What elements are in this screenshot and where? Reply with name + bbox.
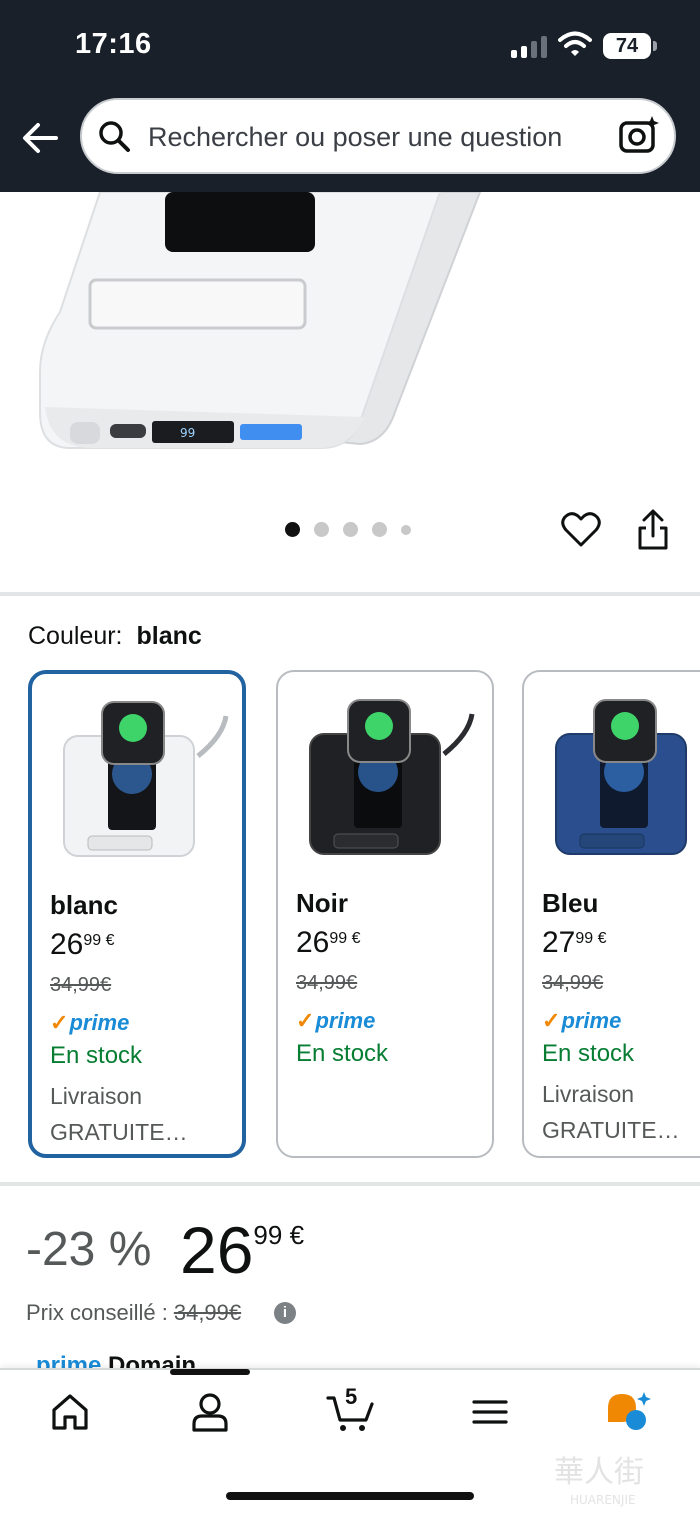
- search-input[interactable]: Rechercher ou poser une question: [148, 122, 562, 153]
- stock-status: En stock: [296, 1040, 389, 1067]
- main-price: 2699 €: [180, 1213, 305, 1287]
- stock-status: En stock: [50, 1042, 143, 1069]
- wifi-icon: [558, 31, 592, 56]
- colour-option-old-price: 34,99€: [296, 972, 358, 994]
- cell-signal-icon: [511, 34, 547, 58]
- account-icon[interactable]: [188, 1390, 232, 1434]
- cart-count-badge: 5: [345, 1384, 358, 1409]
- discount-percentage: -23 %: [26, 1223, 152, 1276]
- status-time: 17:16: [75, 28, 152, 60]
- active-tab-indicator: [170, 1369, 250, 1375]
- prime-badge: ✓prime: [542, 1008, 622, 1033]
- svg-text:99: 99: [180, 426, 195, 440]
- colour-option-card[interactable]: blanc 2699 € 34,99€ ✓prime En stock Livr…: [28, 670, 246, 1158]
- colour-option-name: Noir: [296, 888, 348, 918]
- svg-text:HUARENJIE: HUARENJIE: [570, 1493, 636, 1507]
- colour-option-name: blanc: [50, 890, 118, 920]
- colour-option-price: 2699 €: [50, 928, 115, 961]
- prime-day-badge: prime Domain: [36, 1352, 197, 1368]
- colour-thumbnail: [555, 699, 687, 855]
- prime-check-icon: ✓: [542, 1008, 561, 1033]
- section-divider: [0, 592, 700, 596]
- selected-colour: blanc: [136, 622, 202, 650]
- colour-option-old-price: 34,99€: [50, 974, 112, 996]
- svg-text:華人街: 華人街: [554, 1455, 644, 1490]
- share-icon[interactable]: [634, 508, 672, 552]
- section-divider: [0, 1182, 700, 1186]
- colour-option-price: 2699 €: [296, 926, 361, 959]
- battery-icon: [653, 41, 657, 51]
- prime-check-icon: ✓: [50, 1010, 69, 1035]
- info-icon[interactable]: i: [274, 1302, 296, 1324]
- colour-option-card[interactable]: Noir 2699 € 34,99€ ✓prime En stock: [276, 670, 494, 1158]
- carousel-dot[interactable]: [401, 524, 411, 535]
- delivery-info: Livraison GRATUITE…: [542, 1081, 680, 1143]
- home-indicator: [226, 1492, 474, 1500]
- prime-check-icon: ✓: [296, 1008, 315, 1033]
- colour-label: Couleur: blanc: [28, 622, 202, 650]
- camera-search-icon[interactable]: [618, 114, 660, 156]
- battery-level: 74: [603, 33, 651, 59]
- stock-status: En stock: [542, 1040, 635, 1067]
- colour-thumbnail: [63, 701, 229, 857]
- home-icon[interactable]: [48, 1390, 92, 1434]
- colour-option-old-price: 34,99€: [542, 972, 604, 994]
- watermark-logo: 華人街 HUARENJIE: [554, 1455, 644, 1507]
- menu-icon[interactable]: [468, 1390, 512, 1434]
- prime-badge: ✓prime: [296, 1008, 376, 1033]
- rufus-assistant-icon[interactable]: [604, 1390, 654, 1434]
- back-arrow-icon[interactable]: [20, 118, 60, 158]
- recommended-price: Prix conseillé :34,99€: [26, 1300, 242, 1325]
- prime-badge: ✓prime: [50, 1010, 130, 1035]
- carousel-dot[interactable]: [314, 522, 329, 537]
- carousel-dot[interactable]: [285, 522, 300, 537]
- colour-option-price: 2799 €: [542, 926, 607, 959]
- heart-icon[interactable]: [560, 508, 602, 550]
- colour-option-name: Bleu: [542, 888, 599, 918]
- image-carousel-indicator[interactable]: [285, 522, 411, 537]
- delivery-info: Livraison GRATUITE…: [50, 1083, 188, 1145]
- colour-option-card[interactable]: Bleu 2799 € 34,99€ ✓prime En stock Livra…: [522, 670, 700, 1158]
- carousel-dot[interactable]: [372, 522, 387, 537]
- colour-thumbnail: [309, 699, 475, 855]
- carousel-dot[interactable]: [343, 522, 358, 537]
- search-icon: [99, 121, 130, 152]
